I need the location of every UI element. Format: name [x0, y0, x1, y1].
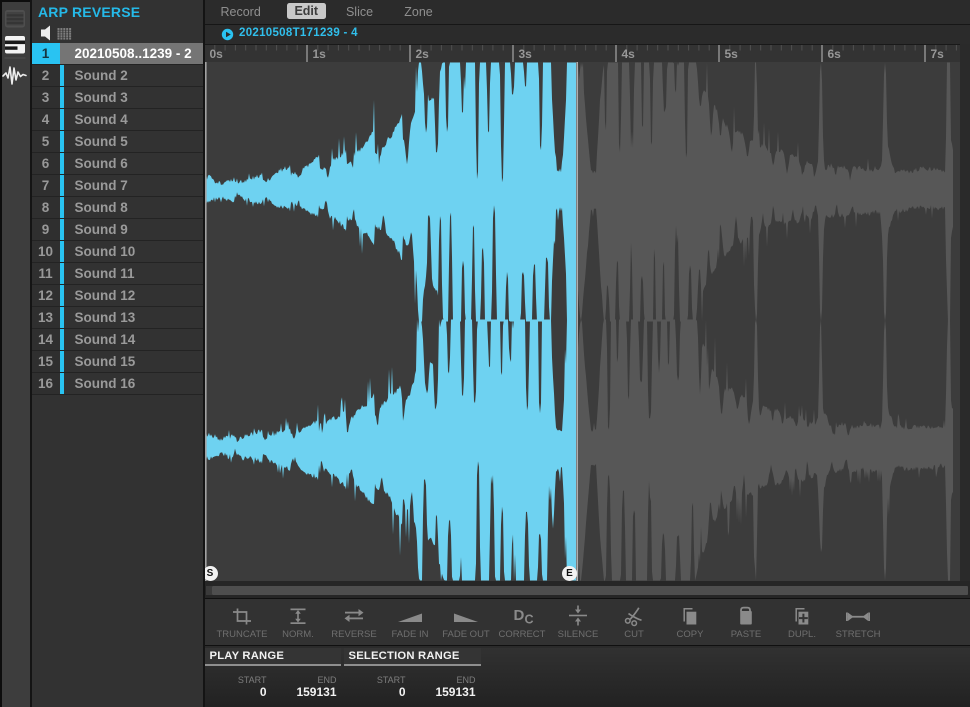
- svg-text:C: C: [525, 613, 534, 627]
- svg-text:D: D: [514, 607, 525, 624]
